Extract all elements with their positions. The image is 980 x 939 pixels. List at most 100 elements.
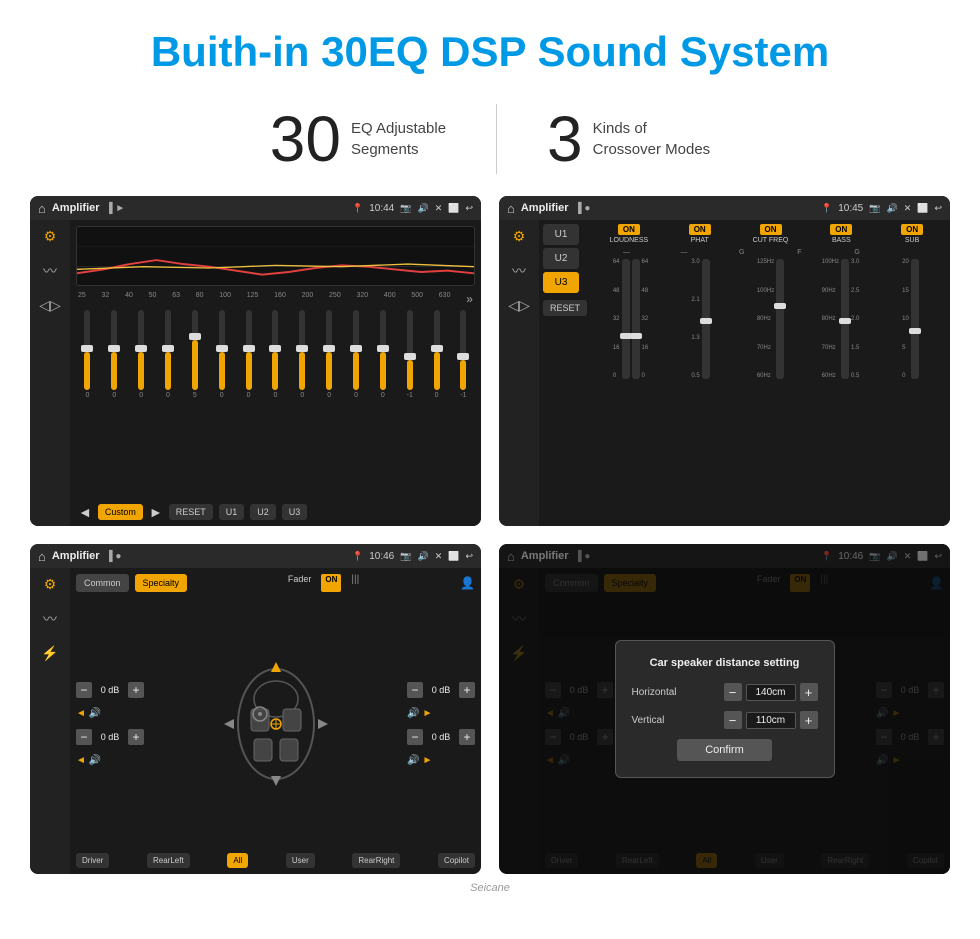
db-val-rr: 0 dB: [427, 732, 455, 742]
eq-sliders-row: 0 0 0 0 5: [76, 310, 475, 498]
eq-slider-13: -1: [398, 310, 421, 399]
user-btn[interactable]: User: [286, 853, 315, 868]
vertical-row: Vertical − 110cm +: [632, 711, 818, 729]
channels-area: ON LOUDNESS ON PHAT ON CUT FREQ ON: [595, 224, 946, 522]
rearleft-btn[interactable]: RearLeft: [147, 853, 190, 868]
db-plus-fl[interactable]: +: [128, 682, 144, 698]
status-bar-2: Amplifier ▐ ● 📍 10:45 📷 🔊 ✕ ⬜ ↩: [499, 196, 950, 220]
db-minus-fl[interactable]: −: [76, 682, 92, 698]
vertical-plus-btn[interactable]: +: [800, 711, 818, 729]
db-val-fr: 0 dB: [427, 685, 455, 695]
time-1: 10:44: [369, 203, 394, 214]
close-icon-1: ✕: [435, 203, 443, 214]
stat-eq: 30 EQ Adjustable Segments: [220, 107, 496, 171]
copilot-btn[interactable]: Copilot: [438, 853, 475, 868]
specialty-tab-btn[interactable]: Specialty: [135, 574, 188, 592]
screen-crossover: Amplifier ▐ ● 📍 10:45 📷 🔊 ✕ ⬜ ↩ ⚙ 〰 ◁▷: [499, 196, 950, 526]
channel-bass: ON BASS: [807, 224, 875, 246]
reset-btn-1[interactable]: RESET: [169, 504, 213, 520]
dialog-overlay: Car speaker distance setting Horizontal …: [499, 544, 950, 874]
stat-crossover-number: 3: [547, 107, 583, 171]
home-icon-1[interactable]: [38, 201, 46, 216]
screen-fader: Amplifier ▐ ● 📍 10:46 📷 🔊 ✕ ⬜ ↩ ⚙ 〰 ⚡: [30, 544, 481, 874]
db-val-rl: 0 dB: [96, 732, 124, 742]
home-icon-3[interactable]: [38, 549, 46, 564]
db-plus-rr[interactable]: +: [459, 729, 475, 745]
sidebar-eq-icon-2[interactable]: ⚙: [513, 228, 526, 245]
db-val-fl: 0 dB: [96, 685, 124, 695]
volume-icon-2: 🔊: [886, 203, 897, 214]
db-row-fl: − 0 dB +: [76, 682, 144, 698]
reset-btn-2[interactable]: RESET: [543, 300, 587, 316]
horizontal-minus-btn[interactable]: −: [724, 683, 742, 701]
sidebar-bt-icon[interactable]: ⚡: [41, 645, 58, 662]
location-icon-3: 📍: [352, 551, 363, 562]
sidebar-1: ⚙ 〰 ◁▷: [30, 220, 70, 526]
eq-slider-15: -1: [452, 310, 475, 399]
screen-dialog: Amplifier ▐ ● 📍 10:46 📷 🔊 ✕ ⬜ ↩ ⚙ 〰 ⚡: [499, 544, 950, 874]
speaker-icons-fl: ◄ 🔊: [76, 708, 144, 719]
eq-slider-9: 0: [291, 310, 314, 399]
user-icon-3[interactable]: [460, 574, 475, 592]
stat-crossover: 3 Kinds of Crossover Modes: [497, 107, 760, 171]
mode-labels: — — G F G: [595, 249, 946, 256]
horizontal-value: 140cm: [746, 684, 796, 701]
confirm-button[interactable]: Confirm: [677, 739, 772, 761]
eq-slider-4: 0: [157, 310, 180, 399]
status-bar-1: Amplifier ▐ ► 📍 10:44 📷 🔊 ✕ ⬜ ↩: [30, 196, 481, 220]
prev-btn[interactable]: ◄: [78, 504, 92, 520]
vertical-minus-btn[interactable]: −: [724, 711, 742, 729]
sidebar-2: ⚙ 〰 ◁▷: [499, 220, 539, 526]
speaker-icons-rl: ◄ 🔊: [76, 755, 144, 766]
eq-chart: [76, 226, 475, 286]
eq-slider-10: 0: [318, 310, 341, 399]
u3-btn-1[interactable]: U3: [282, 504, 308, 520]
db-minus-fr[interactable]: −: [407, 682, 423, 698]
app-title-1: Amplifier: [52, 202, 100, 214]
phat-slider: 3.02.11.30.5: [667, 259, 734, 379]
speaker-icons-fr: 🔊 ►: [407, 708, 475, 719]
driver-btn[interactable]: Driver: [76, 853, 109, 868]
db-row-rl: − 0 dB +: [76, 729, 144, 745]
channel-sub: ON SUB: [878, 224, 946, 246]
all-btn[interactable]: All: [227, 853, 248, 868]
eq-slider-12: 0: [371, 310, 394, 399]
db-minus-rr[interactable]: −: [407, 729, 423, 745]
dialog-title: Car speaker distance setting: [632, 657, 818, 669]
location-icon-1: 📍: [352, 203, 363, 214]
u2-btn-1[interactable]: U2: [250, 504, 276, 520]
custom-btn[interactable]: Custom: [98, 504, 143, 520]
stat-eq-label: EQ Adjustable Segments: [351, 118, 446, 160]
back-icon-2: ↩: [934, 203, 942, 214]
next-btn[interactable]: ►: [149, 504, 163, 520]
db-row-fr: − 0 dB +: [407, 682, 475, 698]
sidebar-vol-icon-2[interactable]: ◁▷: [508, 297, 530, 314]
time-3: 10:46: [369, 551, 394, 562]
db-plus-fr[interactable]: +: [459, 682, 475, 698]
u2-preset-btn[interactable]: U2: [543, 248, 579, 269]
app-title-2: Amplifier: [521, 202, 569, 214]
horizontal-row: Horizontal − 140cm +: [632, 683, 818, 701]
eq-freq-labels: 25 32 40 50 63 80 100 125 160 200 250 32…: [76, 292, 475, 306]
eq-slider-11: 0: [345, 310, 368, 399]
loudness-slider: 644832160 644832160: [597, 259, 664, 379]
u3-preset-btn[interactable]: U3: [543, 272, 579, 293]
db-minus-rl[interactable]: −: [76, 729, 92, 745]
sidebar-wave-icon[interactable]: 〰: [43, 261, 57, 281]
u1-btn-1[interactable]: U1: [219, 504, 245, 520]
sidebar-wave-icon-3[interactable]: 〰: [43, 609, 57, 629]
sidebar-vol-icon[interactable]: ◁▷: [39, 297, 61, 314]
eq-nav-arrow[interactable]: »: [466, 292, 473, 306]
back-icon-3: ↩: [465, 551, 473, 562]
sidebar-eq-icon-3[interactable]: ⚙: [44, 576, 57, 593]
horizontal-plus-btn[interactable]: +: [800, 683, 818, 701]
sidebar-wave-icon-2[interactable]: 〰: [512, 261, 526, 281]
db-plus-rl[interactable]: +: [128, 729, 144, 745]
u1-preset-btn[interactable]: U1: [543, 224, 579, 245]
rearright-btn[interactable]: RearRight: [352, 853, 400, 868]
location-icon-2: 📍: [821, 203, 832, 214]
home-icon-2[interactable]: [507, 201, 515, 216]
sidebar-eq-icon[interactable]: ⚙: [44, 228, 57, 245]
app-title-3: Amplifier: [52, 550, 100, 562]
common-tab-btn[interactable]: Common: [76, 574, 129, 592]
